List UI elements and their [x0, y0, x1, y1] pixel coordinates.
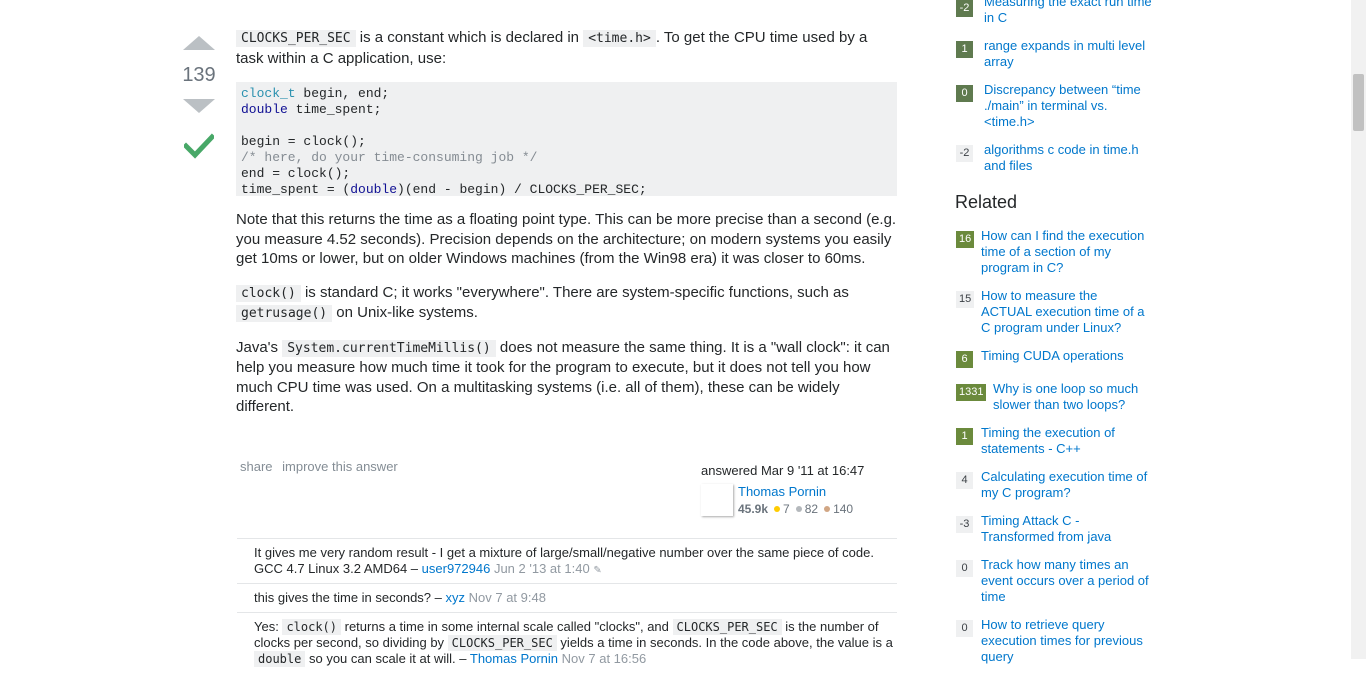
question-link[interactable]: Timing Attack C - Transformed from java: [981, 513, 1149, 545]
text: is a constant which is declared in: [355, 29, 584, 46]
share-link[interactable]: share: [240, 459, 273, 474]
question-link[interactable]: Discrepancy between “time ./main” in ter…: [984, 82, 1152, 130]
gold-badge-icon: [774, 506, 781, 512]
comment: Yes: clock() returns a time in some inte…: [237, 612, 897, 673]
score-badge: -3: [956, 516, 973, 533]
comment: this gives the time in seconds? – xyz No…: [237, 583, 897, 612]
answered-timestamp: answered Mar 9 '11 at 16:47: [701, 463, 865, 478]
inline-code: getrusage(): [236, 305, 333, 322]
code-line: time_spent = (double)(end - begin) / CLO…: [241, 182, 892, 198]
comment-user-link[interactable]: xyz: [446, 590, 466, 605]
score-badge: -2: [956, 0, 973, 17]
code-token: double: [241, 102, 288, 117]
score-badge: 1331: [956, 384, 987, 401]
question-link[interactable]: Timing CUDA operations: [981, 348, 1149, 364]
question-link[interactable]: Why is one loop so much slower than two …: [993, 381, 1149, 413]
inline-code: clock(): [236, 284, 301, 302]
vote-count: 139: [182, 64, 216, 86]
inline-code: double: [254, 651, 306, 667]
question-link[interactable]: range expands in multi level array: [984, 38, 1152, 70]
inline-code: CLOCKS_PER_SEC: [672, 619, 782, 635]
avatar[interactable]: [701, 484, 733, 516]
score-badge: 0: [956, 560, 973, 577]
comment: It gives me very random result - I get a…: [237, 538, 897, 583]
code-token: begin, end;: [295, 86, 390, 101]
post-menu: share improve this answer: [240, 459, 404, 474]
score-badge: 1: [956, 41, 973, 58]
answer-body: CLOCKS_PER_SEC is a constant which is de…: [236, 28, 897, 431]
question-link[interactable]: Timing the execution of statements - C++: [981, 425, 1149, 457]
gold-badge-count: 7: [783, 502, 790, 516]
code-line: begin = clock();: [241, 134, 892, 150]
comment-date[interactable]: Nov 7 at 9:48: [469, 590, 546, 605]
comment-text: this gives the time in seconds? –: [254, 590, 446, 605]
question-link[interactable]: How can I find the execution time of a s…: [981, 228, 1149, 276]
score-badge: -2: [956, 145, 973, 162]
code-token: double: [350, 182, 398, 197]
comment-user-link[interactable]: user972946: [422, 561, 491, 576]
text: is standard C; it works "everywhere". Th…: [300, 283, 849, 301]
score-badge: 4: [956, 472, 973, 489]
code-line: /* here, do your time-consuming job */: [241, 150, 892, 166]
score-badge: 0: [956, 620, 973, 637]
answer-paragraph-3: clock() is standard C; it works "everywh…: [236, 283, 897, 324]
downvote-button[interactable]: [183, 99, 215, 113]
inline-code: CLOCKS_PER_SEC: [236, 30, 356, 47]
code-line: double time_spent;: [241, 102, 892, 118]
code-comment: /* here, do your time-consuming job */: [241, 150, 538, 165]
code-token: end = clock();: [241, 166, 351, 181]
comment-text: returns a time in some internal scale ca…: [341, 619, 673, 634]
reputation-score: 45.9k: [738, 502, 769, 516]
bronze-badge-icon: [824, 506, 831, 512]
bronze-badge-count: 140: [833, 502, 854, 516]
improve-answer-link[interactable]: improve this answer: [282, 459, 398, 474]
question-link[interactable]: How to retrieve query execution times fo…: [981, 617, 1149, 665]
code-token: time_spent;: [287, 102, 382, 117]
accepted-checkmark-icon: [184, 133, 214, 159]
inline-code: <time.h>: [583, 30, 656, 47]
user-signature: answered Mar 9 '11 at 16:47 Thomas Porni…: [701, 463, 901, 516]
code-line: end = clock();: [241, 166, 892, 182]
silver-badge-icon: [795, 506, 802, 512]
comments-list: It gives me very random result - I get a…: [237, 538, 897, 673]
user-reputation: 45.9k 7 82 140: [738, 502, 853, 516]
question-link[interactable]: Track how many times an event occurs ove…: [981, 557, 1149, 605]
pencil-icon: ✎: [593, 565, 602, 576]
code-block: clock_t begin, end; double time_spent; beg…: [236, 82, 897, 198]
score-badge: 15: [956, 291, 975, 308]
code-token: )(end - begin) / CLOCKS_PER_SEC;: [397, 182, 647, 197]
inline-code: CLOCKS_PER_SEC: [447, 635, 557, 651]
silver-badge-count: 82: [804, 502, 819, 516]
score-badge: 0: [956, 85, 973, 102]
question-link[interactable]: Measuring the exact run time in C: [984, 0, 1152, 26]
upvote-button[interactable]: [183, 36, 215, 50]
text: on Unix-like systems.: [332, 304, 478, 321]
comment-date[interactable]: Jun 2 '13 at 1:40: [494, 561, 590, 576]
score-badge: 1: [956, 428, 973, 445]
answer-paragraph-4: Java's System.currentTimeMillis() does n…: [236, 338, 897, 417]
inline-code: System.currentTimeMillis(): [282, 339, 496, 357]
inline-code: clock(): [282, 619, 342, 635]
score-badge: 6: [956, 351, 973, 368]
question-link[interactable]: Calculating execution time of my C progr…: [981, 469, 1149, 501]
code-token: begin = clock();: [241, 134, 366, 149]
text: Java's: [236, 338, 283, 356]
comment-text: Yes:: [254, 619, 283, 634]
code-line: clock_t begin, end;: [241, 86, 892, 102]
related-heading: Related: [955, 192, 1018, 212]
user-name-link[interactable]: Thomas Pornin: [738, 484, 826, 499]
score-badge: 16: [956, 231, 975, 248]
answer-paragraph-2: Note that this returns the time as a flo…: [236, 211, 897, 267]
code-token: clock_t: [241, 86, 296, 101]
scrollbar-thumb[interactable]: [1353, 74, 1364, 131]
question-link[interactable]: algorithms c code in time.h and files: [984, 142, 1152, 174]
comment-text: yields a time in seconds. In the code ab…: [556, 635, 893, 650]
answer-paragraph-1: CLOCKS_PER_SEC is a constant which is de…: [236, 28, 897, 68]
code-token: time_spent = (: [241, 182, 351, 197]
question-link[interactable]: How to measure the ACTUAL execution time…: [981, 288, 1149, 336]
